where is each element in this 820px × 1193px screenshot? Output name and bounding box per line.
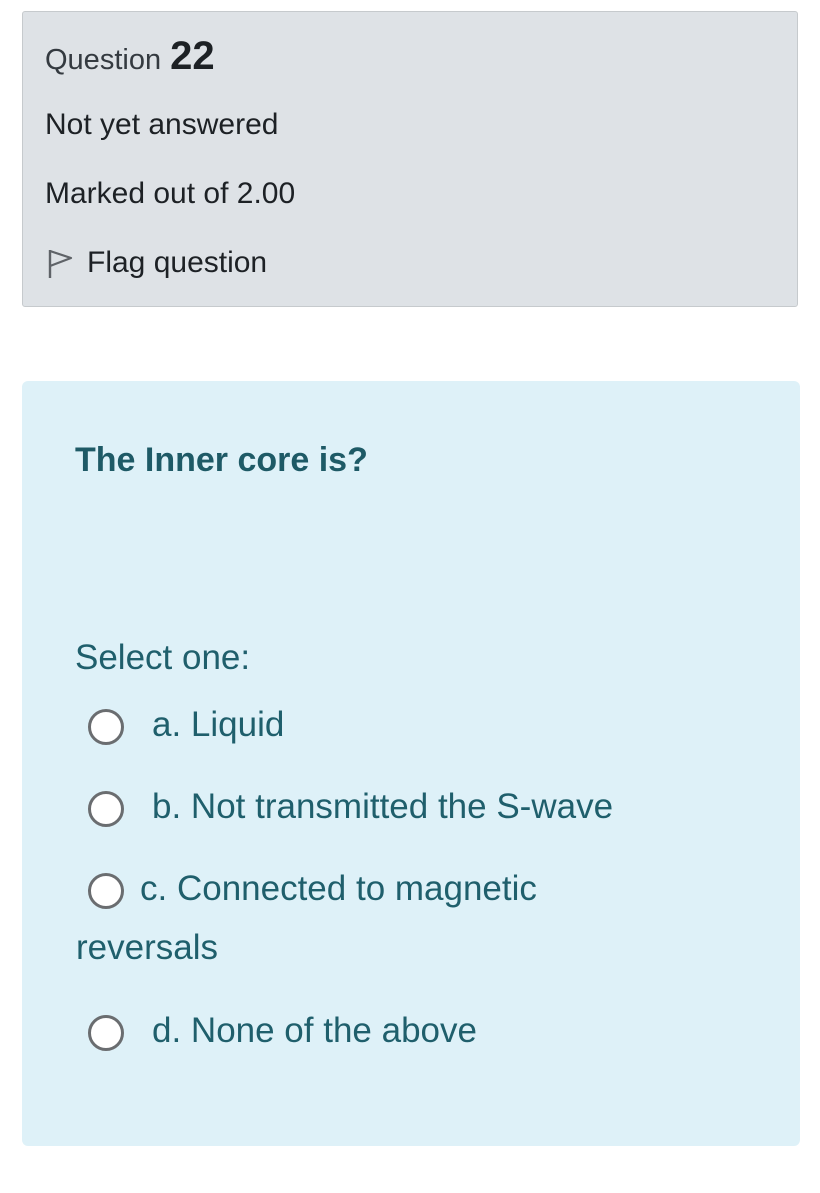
answer-label-a[interactable]: a. Liquid xyxy=(152,702,284,748)
question-info-box: Question 22 Not yet answered Marked out … xyxy=(22,11,798,307)
flag-question-toggle[interactable]: Flag question xyxy=(45,246,267,280)
question-number: 22 xyxy=(170,34,215,78)
question-label: Question xyxy=(45,44,162,76)
answer-label-c[interactable]: c. Connected to magnetic reversals xyxy=(76,859,596,977)
select-one-prompt: Select one: xyxy=(75,638,251,677)
answer-label-d[interactable]: d. None of the above xyxy=(152,1008,477,1054)
flag-question-label: Flag question xyxy=(87,246,268,279)
radio-button-a[interactable] xyxy=(88,709,124,745)
answer-label-b[interactable]: b. Not transmitted the S-wave xyxy=(152,784,613,830)
radio-button-b[interactable] xyxy=(88,791,124,827)
question-formulation: The Inner core is? Select one: a. Liquid… xyxy=(22,381,800,1146)
radio-button-d[interactable] xyxy=(88,1015,124,1051)
flag-outline-icon xyxy=(45,246,75,280)
question-grade: Marked out of 2.00 xyxy=(45,177,296,210)
question-state: Not yet answered xyxy=(45,108,279,141)
question-text: The Inner core is? xyxy=(75,441,368,479)
question-heading: Question 22 xyxy=(45,34,215,79)
